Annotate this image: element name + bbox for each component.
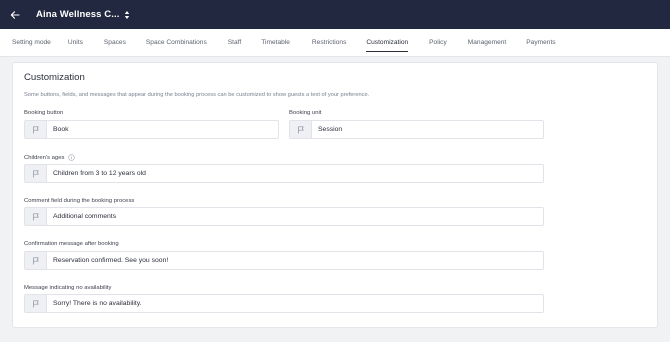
tab-setting-mode[interactable]: Setting mode [12, 29, 51, 56]
tab-policy[interactable]: Policy [429, 29, 447, 56]
settings-tabs: Setting mode Units Spaces Space Combinat… [0, 29, 670, 57]
language-flag-button[interactable] [25, 208, 47, 225]
booking-button-input[interactable] [47, 121, 278, 138]
flag-icon [32, 299, 39, 307]
back-button[interactable] [9, 9, 21, 21]
label-text: Children's ages [24, 154, 65, 161]
tab-label: Staff [227, 39, 242, 46]
tab-staff[interactable]: Staff [228, 29, 241, 56]
childrens-ages-input[interactable] [47, 165, 543, 182]
confirmation-message-label: Confirmation message after booking [24, 241, 119, 247]
language-flag-button[interactable] [25, 295, 47, 312]
no-availability-field [24, 294, 544, 313]
flag-icon [32, 125, 39, 133]
tab-payments[interactable]: Payments [526, 29, 555, 56]
tab-units[interactable]: Units [68, 29, 83, 56]
label-text: Booking button [24, 110, 64, 116]
childrens-ages-field [24, 164, 544, 183]
tab-label: Payments [526, 39, 556, 46]
tab-label: Space Combinations [145, 39, 207, 46]
language-flag-button[interactable] [25, 165, 47, 182]
label-text: Message indicating no availability [24, 285, 112, 291]
tab-space-combinations[interactable]: Space Combinations [146, 29, 207, 56]
language-flag-button[interactable] [25, 252, 47, 269]
booking-button-field [24, 120, 279, 139]
childrens-ages-label: Children's ages [24, 154, 76, 161]
booking-unit-field [289, 120, 544, 139]
comment-field-input[interactable] [47, 208, 543, 225]
language-flag-button[interactable] [290, 121, 312, 138]
confirmation-message-field [24, 251, 544, 270]
tab-label: Management [467, 39, 507, 46]
tab-restrictions[interactable]: Restrictions [312, 29, 346, 56]
flag-icon [32, 212, 39, 220]
info-icon[interactable] [68, 154, 76, 161]
tab-label: Policy [429, 39, 447, 46]
no-availability-label: Message indicating no availability [24, 285, 111, 291]
section-description: Some buttons, fields, and messages that … [24, 92, 370, 98]
booking-unit-input[interactable] [312, 121, 543, 138]
flag-icon [297, 125, 304, 133]
up-down-caret-icon [125, 10, 130, 19]
section-title: Customization [24, 72, 85, 83]
no-availability-input[interactable] [47, 295, 543, 312]
tab-label: Setting mode [12, 39, 51, 46]
label-text: Confirmation message after booking [24, 241, 119, 247]
tab-label: Restrictions [311, 39, 347, 46]
language-flag-button[interactable] [25, 121, 47, 138]
comment-field [24, 207, 544, 226]
tab-management[interactable]: Management [468, 29, 507, 56]
tab-spaces[interactable]: Spaces [104, 29, 126, 56]
tab-label: Customization [366, 39, 409, 46]
arrow-left-icon [10, 10, 20, 19]
comment-field-label: Comment field during the booking process [24, 198, 134, 204]
label-text: Booking unit [289, 110, 322, 116]
tab-label: Spaces [103, 39, 126, 46]
property-switcher-button[interactable] [124, 10, 130, 20]
tab-label: Timetable [261, 39, 290, 46]
tab-customization[interactable]: Customization [366, 29, 408, 56]
top-bar: Aina Wellness C... [0, 0, 670, 29]
customization-card: Customization Some buttons, fields, and … [12, 62, 658, 328]
tab-label: Units [67, 39, 83, 46]
flag-icon [32, 256, 39, 264]
label-text: Comment field during the booking process [24, 198, 135, 204]
booking-button-label: Booking button [24, 110, 63, 116]
property-title: Aina Wellness C... [36, 9, 120, 20]
flag-icon [32, 169, 39, 177]
tab-timetable[interactable]: Timetable [261, 29, 290, 56]
booking-unit-label: Booking unit [289, 110, 321, 116]
confirmation-message-input[interactable] [47, 252, 543, 269]
